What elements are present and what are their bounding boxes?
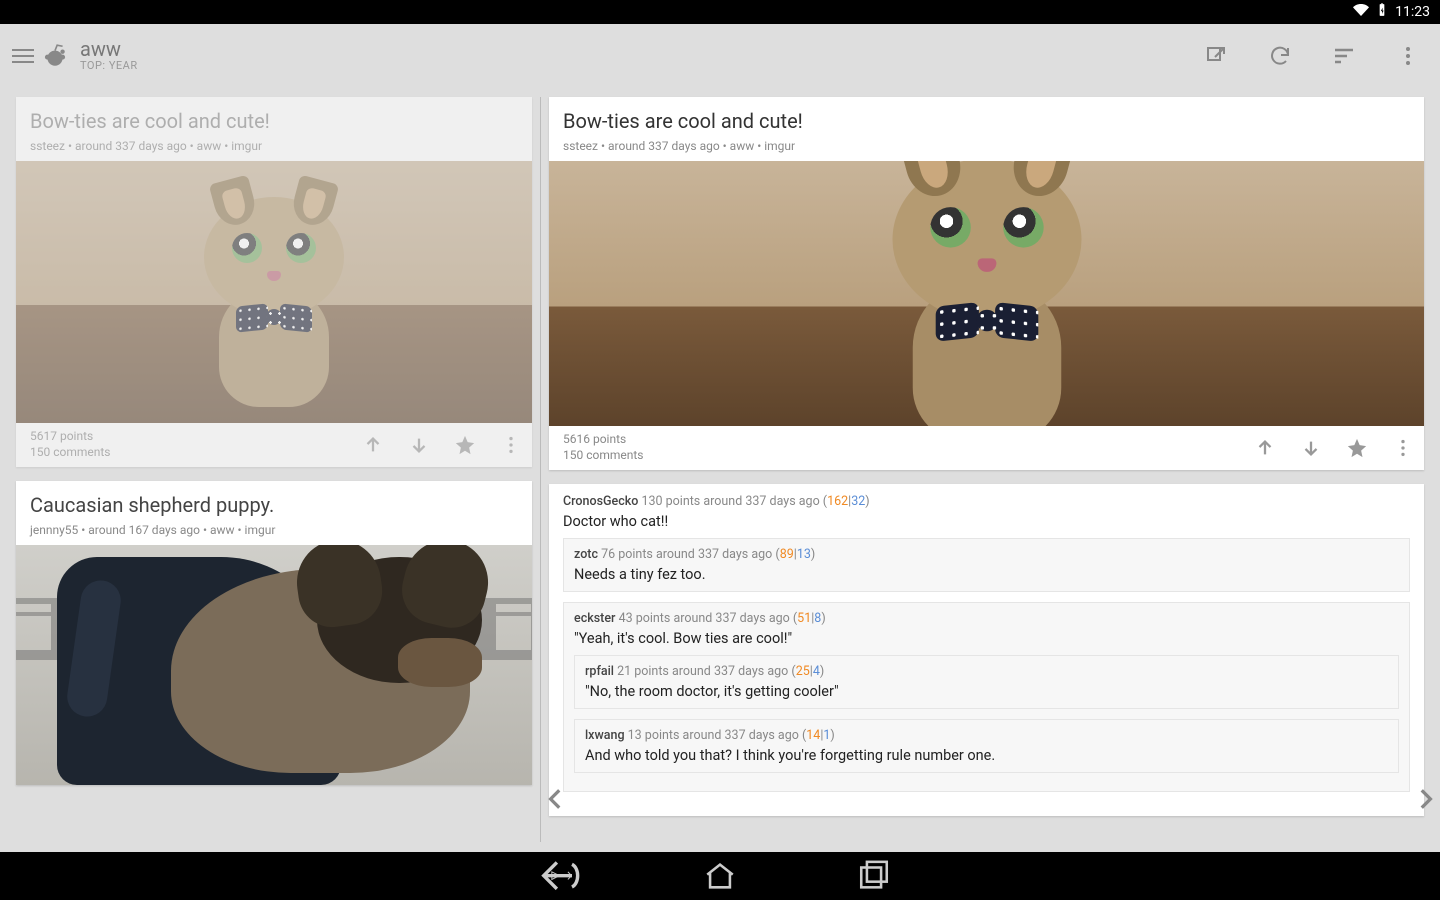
sort-icon[interactable] <box>1332 44 1356 68</box>
comment-author: rpfail <box>585 664 614 679</box>
comment-header: CronosGecko 130 points around 337 days a… <box>563 494 1410 509</box>
comments-list[interactable]: CronosGecko 130 points around 337 days a… <box>549 484 1424 816</box>
post-title: Caucasian shepherd puppy. <box>30 493 518 517</box>
post-list-pane[interactable]: Bow-ties are cool and cute! ssteez • aro… <box>0 87 540 852</box>
post-image[interactable] <box>16 545 532 785</box>
downvote-icon[interactable] <box>1300 437 1322 459</box>
next-post-icon[interactable] <box>1412 786 1438 812</box>
comment-author: zotc <box>574 547 598 562</box>
android-status-bar: 11:23 <box>0 0 1440 24</box>
comment-info: 13 points around 337 days ago ( <box>628 728 807 743</box>
more-icon[interactable] <box>1392 437 1414 459</box>
comment-upvotes: 14 <box>806 728 820 743</box>
comment-body: "Yeah, it's cool. Bow ties are cool!" <box>574 630 1399 647</box>
post-title: Bow-ties are cool and cute! <box>30 109 518 133</box>
comment[interactable]: eckster 43 points around 337 days ago (5… <box>563 602 1410 792</box>
prev-post-icon[interactable] <box>543 786 569 812</box>
comment-body: "No, the room doctor, it's getting coole… <box>585 683 1388 700</box>
detail-title: Bow-ties are cool and cute! <box>563 109 1410 133</box>
comment-downvotes: 13 <box>797 547 811 562</box>
status-time: 11:23 <box>1395 4 1430 20</box>
comment-downvotes: 32 <box>851 494 865 509</box>
upvote-icon[interactable] <box>362 434 384 456</box>
home-icon[interactable] <box>703 859 737 893</box>
compose-icon[interactable] <box>1204 44 1228 68</box>
post-meta: ssteez • around 337 days ago • aww • img… <box>30 139 518 153</box>
comment-info: 43 points around 337 days ago ( <box>619 611 798 626</box>
post-meta: jennny55 • around 167 days ago • aww • i… <box>30 523 518 537</box>
app-toolbar: aww TOP: YEAR <box>0 24 1440 87</box>
star-icon[interactable] <box>1346 437 1368 459</box>
detail-comments: 150 comments <box>563 448 644 464</box>
downvote-icon[interactable] <box>408 434 430 456</box>
post-detail-pane[interactable]: Bow-ties are cool and cute! ssteez • aro… <box>541 87 1440 852</box>
detail-meta: ssteez • around 337 days ago • aww • img… <box>563 139 1410 153</box>
comment-body: And who told you that? I think you're fo… <box>585 747 1388 764</box>
recent-apps-icon[interactable] <box>857 859 891 893</box>
comment-header: eckster 43 points around 337 days ago (5… <box>574 611 1399 626</box>
back-icon[interactable] <box>549 859 583 893</box>
comment-upvotes: 51 <box>797 611 811 626</box>
comment-info: 130 points around 337 days ago ( <box>641 494 827 509</box>
sort-subtitle: TOP: YEAR <box>80 60 138 72</box>
post-points: 5617 points <box>30 429 111 445</box>
post-image[interactable] <box>16 161 532 423</box>
upvote-icon[interactable] <box>1254 437 1276 459</box>
overflow-icon[interactable] <box>1396 44 1420 68</box>
comment-header: lxwang 13 points around 337 days ago (14… <box>585 728 1388 743</box>
post-card[interactable]: Caucasian shepherd puppy. jennny55 • aro… <box>16 481 532 785</box>
reddit-icon[interactable] <box>42 43 68 69</box>
comment-header: zotc 76 points around 337 days ago (89|1… <box>574 547 1399 562</box>
comment[interactable]: rpfail 21 points around 337 days ago (25… <box>574 655 1399 709</box>
comment-body: Doctor who cat!! <box>563 513 1410 530</box>
comment-upvotes: 89 <box>780 547 794 562</box>
comment[interactable]: lxwang 13 points around 337 days ago (14… <box>574 719 1399 773</box>
comment-author: lxwang <box>585 728 625 743</box>
battery-charging-icon <box>1375 2 1389 22</box>
more-icon[interactable] <box>500 434 522 456</box>
comment[interactable]: zotc 76 points around 337 days ago (89|1… <box>563 538 1410 592</box>
menu-icon[interactable] <box>12 49 34 63</box>
wifi-icon <box>1353 2 1369 22</box>
comment-author: CronosGecko <box>563 494 638 509</box>
subreddit-title-block[interactable]: aww TOP: YEAR <box>80 38 138 72</box>
comment-info: 76 points around 337 days ago ( <box>601 547 780 562</box>
subreddit-title: aww <box>80 38 138 60</box>
detail-points: 5616 points <box>563 432 644 448</box>
detail-image[interactable] <box>549 161 1424 426</box>
comment-author: eckster <box>574 611 615 626</box>
refresh-icon[interactable] <box>1268 44 1292 68</box>
post-card[interactable]: Bow-ties are cool and cute! ssteez • aro… <box>16 97 532 467</box>
comment-body: Needs a tiny fez too. <box>574 566 1399 583</box>
comment-header: rpfail 21 points around 337 days ago (25… <box>585 664 1388 679</box>
comment-downvotes: 4 <box>813 664 820 679</box>
comment-upvotes: 162 <box>827 494 848 509</box>
android-nav-bar <box>0 852 1440 900</box>
post-comments: 150 comments <box>30 445 111 461</box>
comment[interactable]: CronosGecko 130 points around 337 days a… <box>563 494 1410 792</box>
comment-upvotes: 25 <box>796 664 810 679</box>
star-icon[interactable] <box>454 434 476 456</box>
comment-info: 21 points around 337 days ago ( <box>617 664 796 679</box>
post-detail-card: Bow-ties are cool and cute! ssteez • aro… <box>549 97 1424 470</box>
